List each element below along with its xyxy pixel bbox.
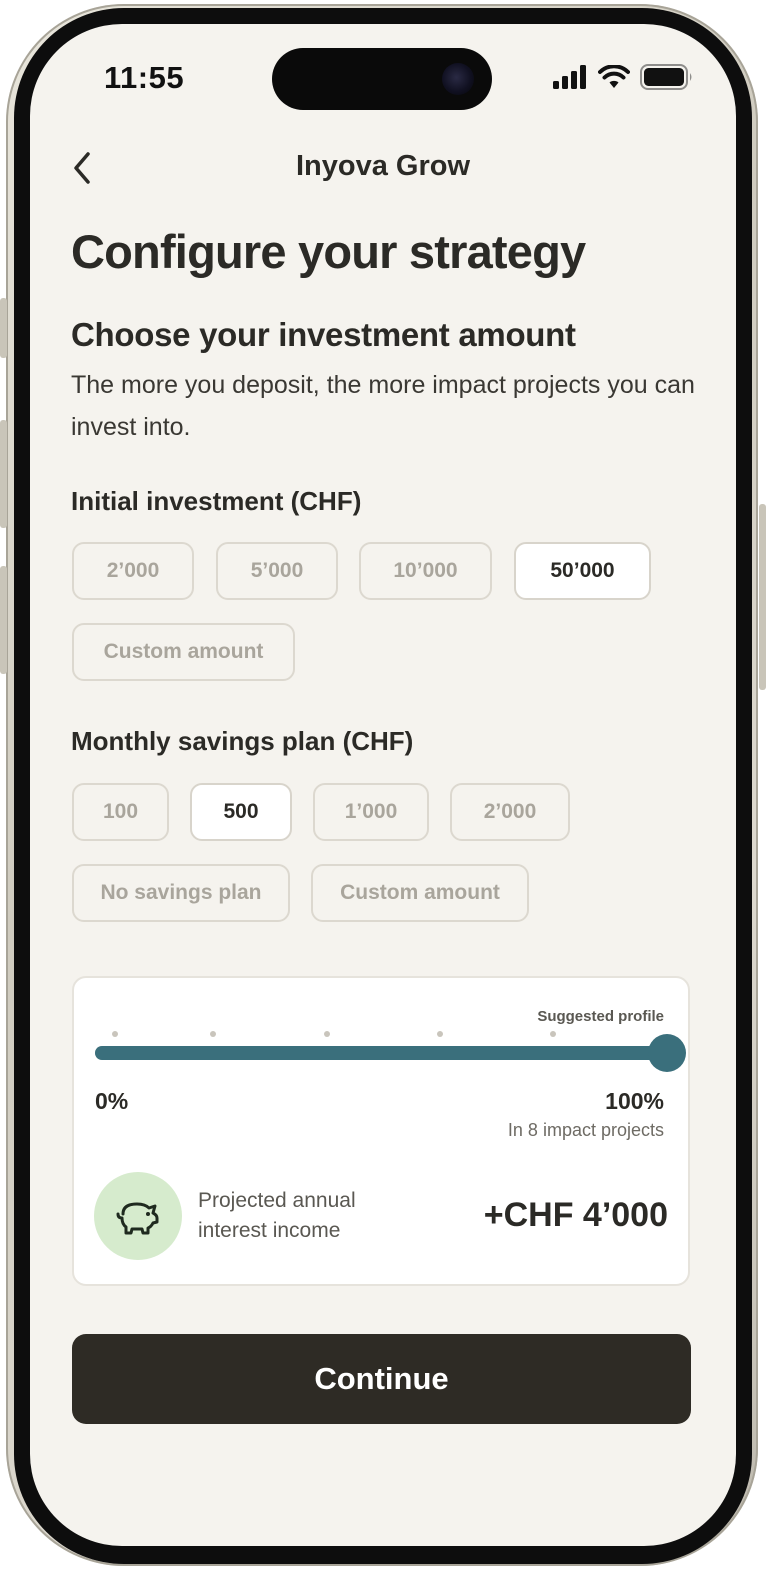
monthly-option-1000[interactable]: 1’000 (313, 783, 429, 841)
volume-up-button (0, 420, 7, 528)
screen: 11:55 Inyova Grow Configure your strateg… (30, 24, 736, 1546)
initial-option-50000[interactable]: 50’000 (514, 542, 651, 600)
initial-investment-label: Initial investment (CHF) (71, 486, 362, 516)
allocation-card: Suggested profile 0% 100% In 8 impact pr… (72, 976, 690, 1286)
monthly-savings-label: Monthly savings plan (CHF) (71, 726, 414, 756)
slider-tick (112, 1031, 119, 1037)
monthly-option-2000[interactable]: 2’000 (450, 783, 570, 841)
status-icons (552, 64, 694, 90)
slider-fill (95, 1046, 667, 1060)
dynamic-island (272, 48, 492, 110)
status-time: 11:55 (104, 60, 185, 95)
slider-min-label: 0% (95, 1088, 129, 1114)
section-title: Choose your investment amount (71, 316, 576, 353)
piggy-bank-badge (94, 1172, 182, 1260)
slider-thumb[interactable] (648, 1034, 686, 1072)
signal-icon (553, 65, 586, 89)
initial-option-10000[interactable]: 10’000 (359, 542, 492, 600)
income-label: Projected annual interest income (198, 1189, 356, 1242)
monthly-option-500[interactable]: 500 (190, 783, 292, 841)
initial-option-5000[interactable]: 5’000 (216, 542, 338, 600)
initial-option-custom[interactable]: Custom amount (72, 623, 295, 681)
slider-max-label: 100% (605, 1088, 664, 1114)
action-button (0, 298, 7, 358)
monthly-option-100[interactable]: 100 (72, 783, 169, 841)
page-title: Configure your strategy (71, 225, 586, 278)
allocation-slider[interactable] (95, 1031, 686, 1072)
initial-option-2000[interactable]: 2’000 (72, 542, 194, 600)
suggested-profile-label: Suggested profile (537, 1008, 664, 1025)
monthly-option-no-plan[interactable]: No savings plan (72, 864, 290, 922)
nav-title: Inyova Grow (295, 150, 471, 182)
battery-icon (640, 64, 692, 90)
slider-tick (436, 1031, 443, 1037)
power-button (759, 504, 766, 690)
section-description: The more you deposit, the more impact pr… (71, 371, 695, 441)
wifi-icon (598, 65, 630, 88)
volume-down-button (0, 566, 7, 674)
slider-tick (323, 1031, 330, 1037)
slider-tick (550, 1031, 557, 1037)
continue-button[interactable]: Continue (72, 1334, 691, 1424)
slider-tick (209, 1031, 216, 1037)
impact-projects-text: In 8 impact projects (507, 1120, 664, 1140)
monthly-option-custom[interactable]: Custom amount (311, 864, 529, 922)
piggy-bank-icon (116, 1202, 159, 1235)
income-value: +CHF 4’000 (483, 1196, 668, 1234)
camera-icon (442, 63, 474, 95)
